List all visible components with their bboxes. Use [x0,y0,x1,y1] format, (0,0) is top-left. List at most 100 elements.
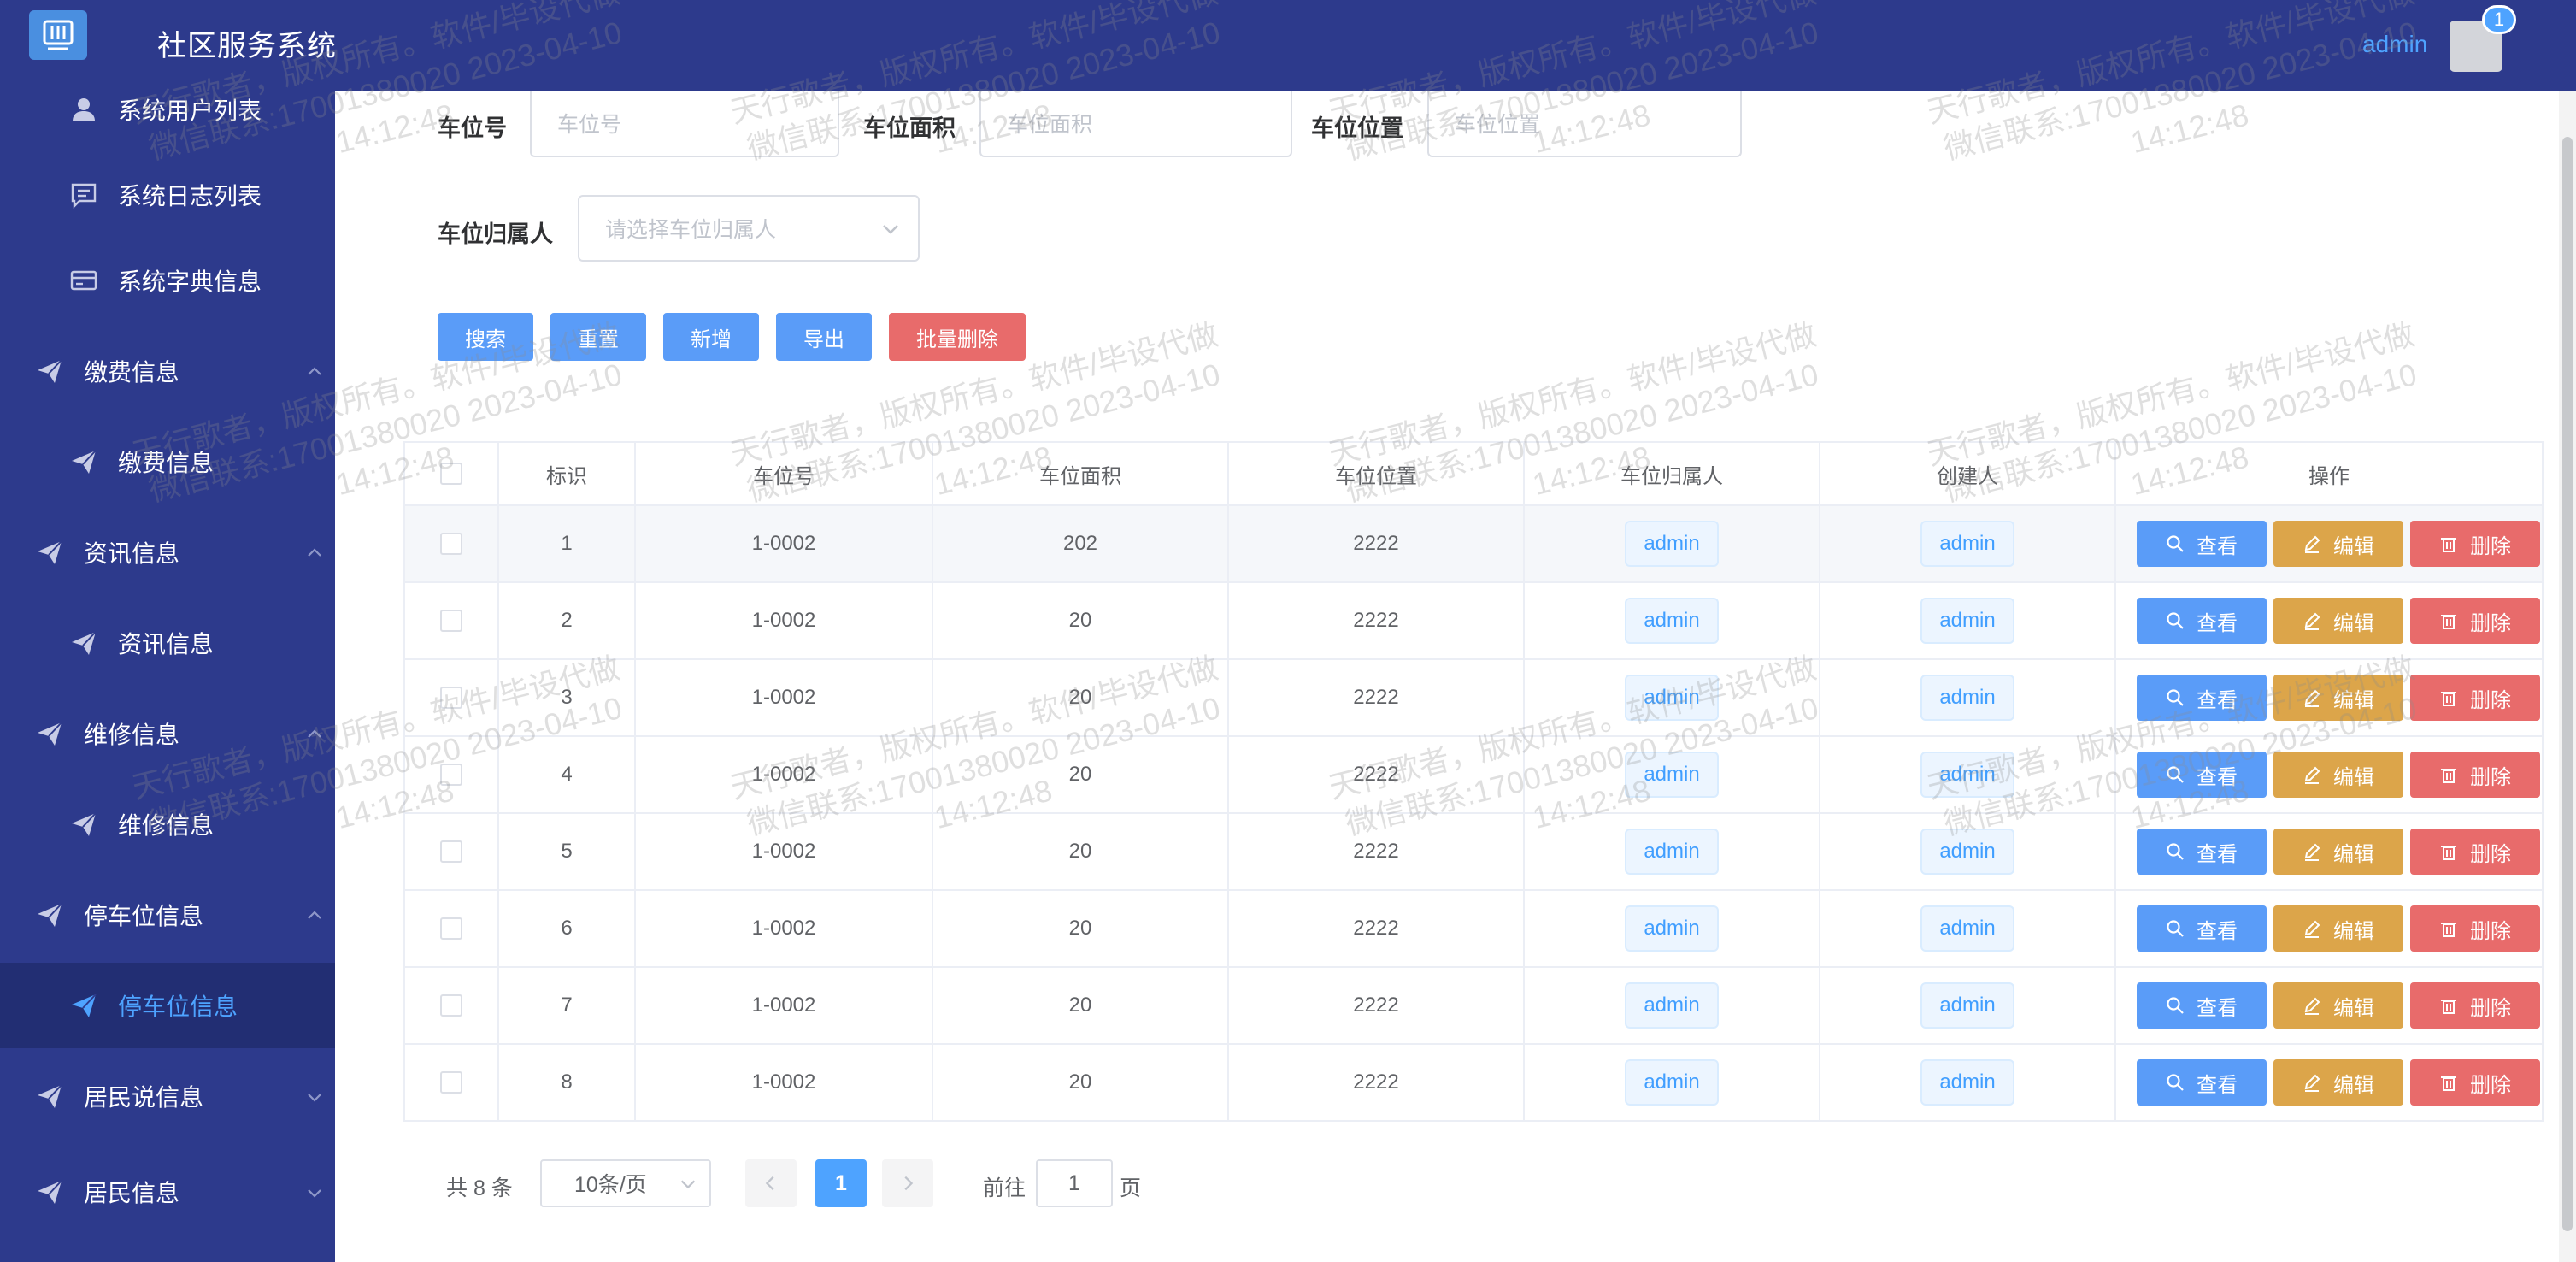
sidebar-item-3[interactable]: 缴费信息 [0,328,335,414]
edit-button[interactable]: 编辑 [2273,598,2403,644]
search-button[interactable]: 搜索 [438,313,533,361]
delete-button[interactable]: 删除 [2410,829,2540,875]
sidebar-item-12[interactable]: 居民信息 [0,1149,335,1235]
user-icon [67,92,101,127]
view-button[interactable]: 查看 [2137,905,2267,952]
cell-location: 2222 [1353,1070,1399,1094]
parking-no-input[interactable]: 车位号 [530,91,839,157]
edit-button[interactable]: 编辑 [2273,675,2403,721]
edit-button[interactable]: 编辑 [2273,521,2403,567]
delete-button[interactable]: 删除 [2410,752,2540,798]
table-row[interactable]: 5 1-0002 20 2222 admin admin 查看 编辑 删除 [405,814,2542,891]
edit-icon [2304,612,2320,630]
delete-button[interactable]: 删除 [2410,675,2540,721]
checkbox[interactable] [440,610,462,632]
edit-button[interactable]: 编辑 [2273,1059,2403,1106]
view-button[interactable]: 查看 [2137,829,2267,875]
delete-button[interactable]: 删除 [2410,905,2540,952]
table-cell: 20 [933,814,1229,889]
checkbox[interactable] [440,840,462,863]
edit-button[interactable]: 编辑 [2273,752,2403,798]
view-button[interactable]: 查看 [2137,982,2267,1029]
view-button[interactable]: 查看 [2137,521,2267,567]
column-header: 车位位置 [1229,443,1525,504]
area-input[interactable]: 车位面积 [979,91,1292,157]
table-row[interactable]: 3 1-0002 20 2222 admin admin 查看 编辑 删除 [405,660,2542,737]
user-name[interactable]: admin [2362,31,2427,58]
trash-icon [2441,1076,2456,1091]
edit-button[interactable]: 编辑 [2273,982,2403,1029]
sidebar-item-5[interactable]: 资讯信息 [0,510,335,595]
sidebar-item-10[interactable]: 停车位信息 [0,963,335,1048]
next-page-button[interactable] [882,1159,933,1207]
delete-button[interactable]: 删除 [2410,521,2540,567]
sidebar-item-2[interactable]: 系统字典信息 [0,238,335,323]
chevron-up-icon [304,542,325,563]
cell-location: 2222 [1353,763,1399,786]
area-label: 车位面积 [863,115,956,141]
page-number-current[interactable]: 1 [815,1159,867,1207]
table-row[interactable]: 8 1-0002 20 2222 admin admin 查看 编辑 删除 [405,1045,2542,1122]
app-logo[interactable] [29,10,87,60]
table-cell: 2222 [1229,1045,1525,1120]
checkbox[interactable] [440,1071,462,1094]
page-size-select[interactable]: 10条/页 [540,1159,711,1207]
checkbox[interactable] [440,917,462,940]
delete-button[interactable]: 删除 [2410,982,2540,1029]
view-button[interactable]: 查看 [2137,1059,2267,1106]
table-cell: admin [1525,814,1820,889]
checkbox[interactable] [440,463,462,485]
cell-location: 2222 [1353,994,1399,1017]
delete-button[interactable]: 删除 [2410,1059,2540,1106]
table-cell: 20 [933,968,1229,1043]
table-row[interactable]: 1 1-0002 202 2222 admin admin 查看 编辑 删除 [405,506,2542,583]
creator-tag: admin [1920,982,2014,1029]
view-button[interactable]: 查看 [2137,598,2267,644]
edit-icon [2304,689,2320,707]
view-button[interactable]: 查看 [2137,752,2267,798]
sidebar-item-4[interactable]: 缴费信息 [0,419,335,504]
send-icon [32,717,67,751]
trash-icon [2441,538,2456,552]
prev-page-button[interactable] [745,1159,797,1207]
table-row[interactable]: 2 1-0002 20 2222 admin admin 查看 编辑 删除 [405,583,2542,660]
checkbox[interactable] [440,687,462,709]
checkbox[interactable] [440,994,462,1017]
cell-parking-no: 1-0002 [751,840,816,863]
sidebar-item-11[interactable]: 居民说信息 [0,1053,335,1139]
cell-area: 20 [1068,994,1092,1017]
column-header: 车位号 [636,443,933,504]
reset-button[interactable]: 重置 [550,313,646,361]
edit-button[interactable]: 编辑 [2273,905,2403,952]
checkbox[interactable] [440,764,462,786]
checkbox[interactable] [440,533,462,555]
notification-badge[interactable]: 1 [2482,5,2516,34]
owner-select[interactable]: 请选择车位归属人 [578,195,920,262]
sidebar-item-7[interactable]: 维修信息 [0,691,335,776]
table-cell: 2222 [1229,583,1525,658]
export-button[interactable]: 导出 [776,313,872,361]
sidebar-item-0[interactable]: 系统用户列表 [0,91,335,152]
edit-button[interactable]: 编辑 [2273,829,2403,875]
sidebar-item-8[interactable]: 维修信息 [0,781,335,867]
header-select-all[interactable] [405,443,499,504]
location-input[interactable]: 车位位置 [1427,91,1742,157]
delete-button[interactable]: 删除 [2410,598,2540,644]
view-button[interactable]: 查看 [2137,675,2267,721]
goto-page-input[interactable]: 1 [1036,1159,1113,1207]
creator-tag: admin [1920,1059,2014,1106]
add-button[interactable]: 新增 [663,313,759,361]
scrollbar-thumb[interactable] [2562,137,2573,1231]
edit-label: 编辑 [2333,1073,2374,1097]
sidebar-item-9[interactable]: 停车位信息 [0,872,335,958]
table-row[interactable]: 6 1-0002 20 2222 admin admin 查看 编辑 删除 [405,891,2542,968]
cell-parking-no: 1-0002 [751,763,816,786]
sidebar-item-label: 缴费信息 [84,359,180,386]
table-row[interactable]: 7 1-0002 20 2222 admin admin 查看 编辑 删除 [405,968,2542,1045]
table-cell: admin [1820,891,2116,966]
sidebar-item-6[interactable]: 资讯信息 [0,600,335,686]
batch-delete-button[interactable]: 批量删除 [889,313,1026,361]
cell-area: 20 [1068,917,1092,940]
table-row[interactable]: 4 1-0002 20 2222 admin admin 查看 编辑 删除 [405,737,2542,814]
sidebar-item-1[interactable]: 系统日志列表 [0,152,335,238]
